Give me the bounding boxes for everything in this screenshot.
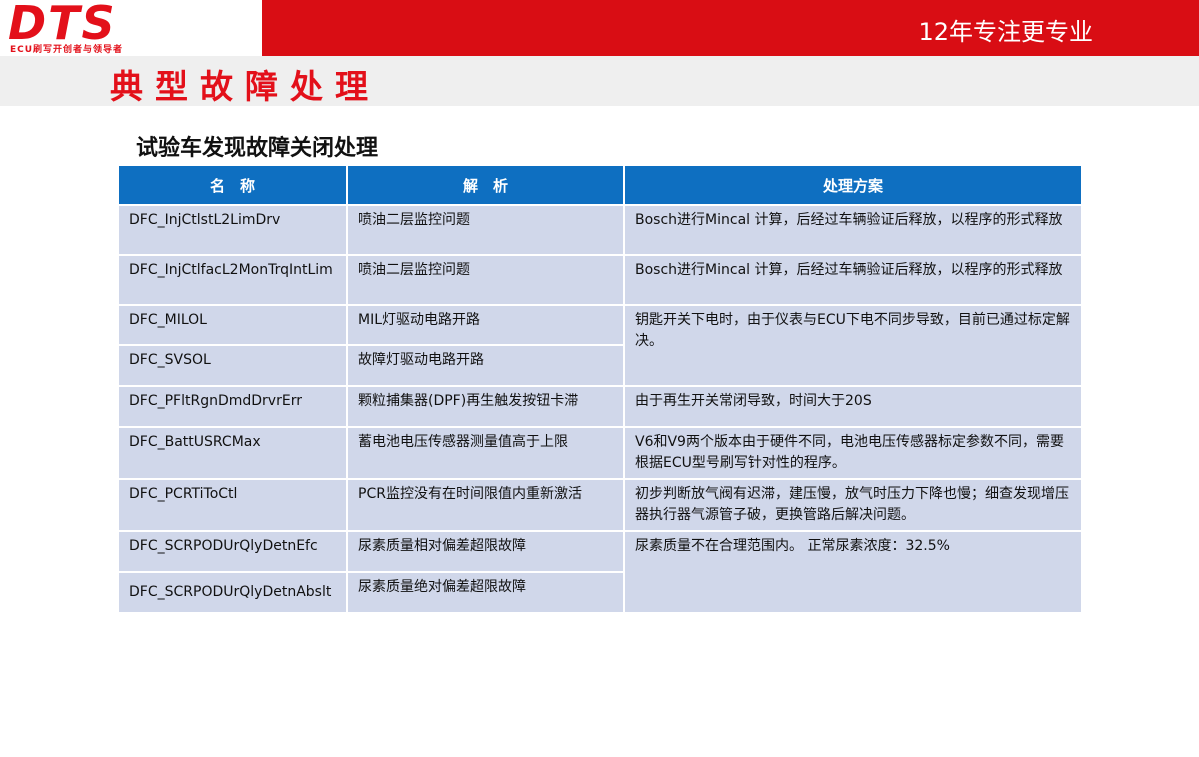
cell-solution: 钥匙开关下电时，由于仪表与ECU下电不同步导致，目前已通过标定解决。 (623, 304, 1083, 387)
cell-analysis: 蓄电池电压传感器测量值高于上限 (346, 426, 625, 480)
page-title: 典型故障处理 (110, 67, 380, 106)
table-row: DFC_SCRPODUrQlyDetnEfc 尿素质量相对偏差超限故障 尿素质量… (117, 530, 1083, 614)
table-row: DFC_MILOL MIL灯驱动电路开路 钥匙开关下电时，由于仪表与ECU下电不… (117, 304, 1083, 387)
cell-name: DFC_PCRTiToCtl (117, 478, 348, 532)
cell-analysis: 故障灯驱动电路开路 (346, 344, 625, 387)
fault-table: 名 称 解 析 处理方案 DFC_InjCtlstL2LimDrv 喷油二层监控… (117, 164, 1083, 614)
cell-analysis: 颗粒捕集器(DPF)再生触发按钮卡滞 (346, 385, 625, 428)
header-solution: 处理方案 (623, 164, 1083, 206)
table-row: DFC_BattUSRCMax 蓄电池电压传感器测量值高于上限 V6和V9两个版… (117, 426, 1083, 480)
brand-slogan: 12年专注更专业 (918, 18, 1093, 46)
table-header-row: 名 称 解 析 处理方案 (117, 164, 1083, 206)
brand-tagline: ECU刷写开创者与领导者 (10, 45, 124, 55)
cell-name: DFC_PFltRgnDmdDrvrErr (117, 385, 348, 428)
cell-solution: Bosch进行Mincal 计算，后经过车辆验证后释放，以程序的形式释放 (623, 204, 1083, 256)
cell-analysis: MIL灯驱动电路开路 (346, 304, 625, 346)
cell-name: DFC_SCRPODUrQlyDetnEfc (117, 530, 348, 573)
cell-analysis: 尿素质量相对偏差超限故障 (346, 530, 625, 573)
cell-analysis: 喷油二层监控问题 (346, 204, 625, 256)
table-row: DFC_InjCtlstL2LimDrv 喷油二层监控问题 Bosch进行Min… (117, 204, 1083, 256)
cell-name: DFC_MILOL (117, 304, 348, 346)
cell-name: DFC_InjCtlfacL2MonTrqIntLim (117, 254, 348, 306)
cell-solution: V6和V9两个版本由于硬件不同，电池电压传感器标定参数不同，需要根据ECU型号刷… (623, 426, 1083, 480)
cell-name: DFC_InjCtlstL2LimDrv (117, 204, 348, 256)
header-name: 名 称 (117, 164, 348, 206)
cell-solution: 尿素质量不在合理范围内。 正常尿素浓度：32.5% (623, 530, 1083, 614)
cell-solution: Bosch进行Mincal 计算，后经过车辆验证后释放，以程序的形式释放 (623, 254, 1083, 306)
cell-solution: 由于再生开关常闭导致，时间大于20S (623, 385, 1083, 428)
cell-analysis: PCR监控没有在时间限值内重新激活 (346, 478, 625, 532)
cell-name: DFC_SCRPODUrQlyDetnAbslt (117, 571, 348, 614)
section-subtitle: 试验车发现故障关闭处理 (136, 136, 379, 161)
table-row: DFC_PCRTiToCtl PCR监控没有在时间限值内重新激活 初步判断放气阀… (117, 478, 1083, 532)
logo-area: DTS ECU刷写开创者与领导者 (0, 0, 262, 56)
top-bar: DTS ECU刷写开创者与领导者 12年专注更专业 (0, 0, 1199, 56)
cell-analysis: 尿素质量绝对偏差超限故障 (346, 571, 625, 614)
header-red-band: 12年专注更专业 (262, 0, 1199, 56)
table-row: DFC_InjCtlfacL2MonTrqIntLim 喷油二层监控问题 Bos… (117, 254, 1083, 306)
cell-name: DFC_BattUSRCMax (117, 426, 348, 480)
cell-solution: 初步判断放气阀有迟滞，建压慢，放气时压力下降也慢；细查发现增压器执行器气源管子破… (623, 478, 1083, 532)
header-analysis: 解 析 (346, 164, 625, 206)
cell-name: DFC_SVSOL (117, 344, 348, 387)
table-row: DFC_PFltRgnDmdDrvrErr 颗粒捕集器(DPF)再生触发按钮卡滞… (117, 385, 1083, 428)
cell-analysis: 喷油二层监控问题 (346, 254, 625, 306)
